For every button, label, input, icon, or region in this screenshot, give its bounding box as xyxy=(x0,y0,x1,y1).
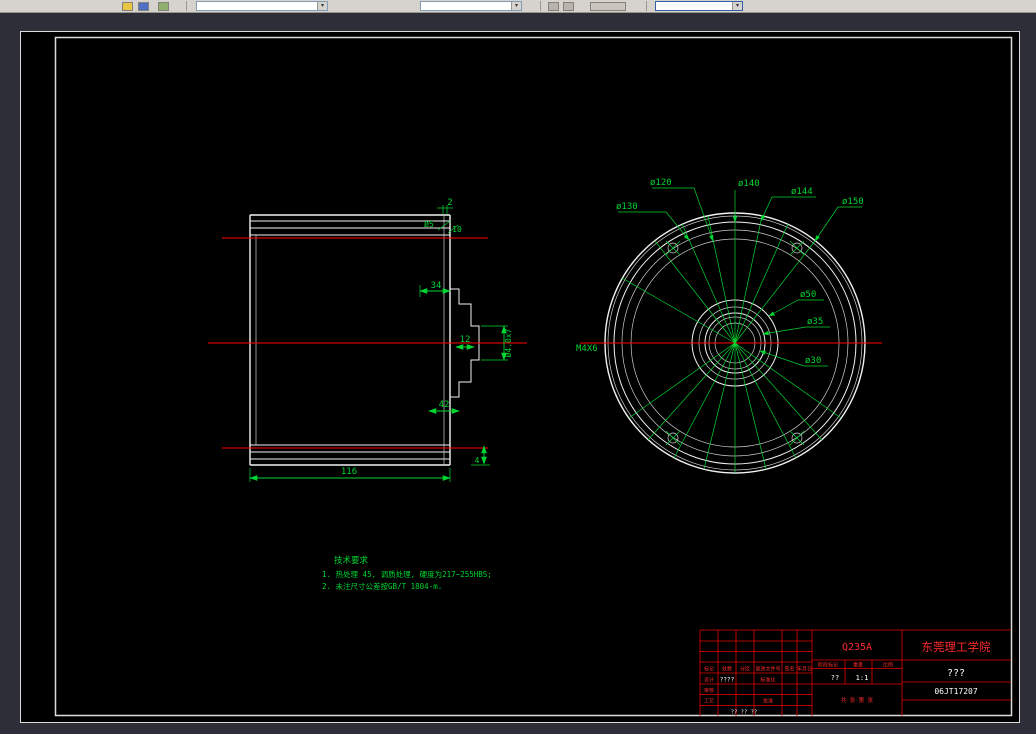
hdr-change-label: 更改文件号 xyxy=(755,666,780,673)
text-tool-icon[interactable] xyxy=(563,2,574,11)
drawing-number-value: 06JT17207 xyxy=(934,687,978,696)
cad-window: 2 Ø5 10 34 Ø4.0x7 12 42 116 4 M4X6 xyxy=(0,0,1036,734)
drawing-sheet xyxy=(20,31,1020,723)
dim-phi5-label: Ø5 xyxy=(424,219,434,229)
dim-phi30-label: ø30 xyxy=(805,356,821,366)
material-label: Q235A xyxy=(842,642,872,653)
design-value: ???? xyxy=(720,677,735,684)
dim-phi120-label: ø120 xyxy=(650,178,672,188)
open-icon[interactable] xyxy=(122,2,133,11)
scale-label: 比例 xyxy=(883,662,893,669)
chevron-down-icon: ▾ xyxy=(732,2,742,10)
weight-value: ?? xyxy=(831,674,839,682)
save-icon[interactable] xyxy=(138,2,149,11)
design-label: 设计 xyxy=(704,677,714,684)
weight-label: 重量 xyxy=(853,662,863,669)
hdr-count-label: 处数 xyxy=(722,666,732,673)
organization-label: 东莞理工学院 xyxy=(922,640,991,654)
toolbar-separator xyxy=(540,1,541,11)
dim-phi150-label: ø150 xyxy=(842,197,864,207)
tech-req-line2: 2. 未注尺寸公差按GB/T 1804-m. xyxy=(322,581,442,591)
dim-m4x6-label: M4X6 xyxy=(576,344,598,354)
dim-phi140-label: ø140 xyxy=(738,179,760,189)
dim-style-combo[interactable]: ▾ xyxy=(655,1,743,11)
part-name-value: ??? xyxy=(947,668,965,679)
tech-req-line1: 1. 热处理 45, 调质处理, 硬度为217~255HBS; xyxy=(322,569,492,579)
dim-2-label: 2 xyxy=(447,198,452,208)
dim-phi130-label: ø130 xyxy=(616,202,638,212)
hdr-date-label: 年月日 xyxy=(797,666,812,673)
dim-phi35-label: ø35 xyxy=(807,317,823,327)
print-icon[interactable] xyxy=(158,2,169,11)
dim-34-label: 34 xyxy=(431,281,442,291)
toolbar-separator xyxy=(186,1,187,11)
dim-phi144-label: ø144 xyxy=(791,187,813,197)
approve-label: 批准 xyxy=(763,698,773,705)
dim-42-label: 42 xyxy=(439,400,450,410)
hdr-sign-label: 签名 xyxy=(784,666,794,673)
hdr-zone-label: 分区 xyxy=(740,666,750,673)
chevron-down-icon: ▾ xyxy=(317,2,327,10)
standardize-label: 标准化 xyxy=(760,677,775,684)
process-label: 工艺 xyxy=(704,699,714,705)
scale-value: 1:1 xyxy=(856,674,869,682)
style-combo[interactable]: ▾ xyxy=(420,1,522,11)
stage-label: 阶段标记 xyxy=(818,662,838,669)
annotate-button[interactable] xyxy=(590,2,626,11)
dim-4-label: 4 xyxy=(475,456,480,465)
dim-116-label: 116 xyxy=(341,467,357,477)
dim-phi4-label: Ø4.0x7 xyxy=(503,328,513,357)
dates-value: ?? ?? ?? xyxy=(731,710,758,716)
layer-combo[interactable]: ▾ xyxy=(196,1,328,11)
dimension-tool-icon[interactable] xyxy=(548,2,559,11)
toolbar-separator xyxy=(646,1,647,11)
check-label: 审核 xyxy=(704,687,714,694)
dim-12-label: 12 xyxy=(460,335,471,345)
drawing-canvas[interactable]: 2 Ø5 10 34 Ø4.0x7 12 42 116 4 M4X6 xyxy=(0,0,1036,734)
dim-phi50-label: ø50 xyxy=(800,290,816,300)
hdr-mark-label: 标记 xyxy=(704,666,714,673)
tech-req-title: 技术要求 xyxy=(334,555,369,566)
chevron-down-icon: ▾ xyxy=(511,2,521,10)
sheet-info-label: 共 张 第 张 xyxy=(841,696,873,704)
top-toolbar: ▾ ▾ ▾ xyxy=(0,0,1036,13)
dim-10-label: 10 xyxy=(452,225,462,234)
